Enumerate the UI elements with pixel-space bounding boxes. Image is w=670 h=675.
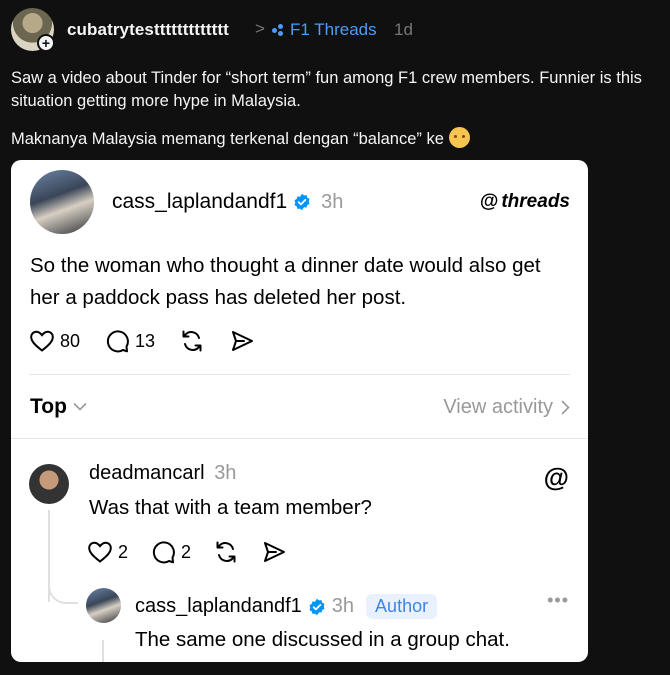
chevron-down-icon <box>73 403 87 411</box>
nested-reply-author: cass_laplandandf1 3h Author <box>135 594 438 619</box>
post-text-line-2: Maknanya Malaysia memang terkenal dengan… <box>11 127 661 151</box>
like-button[interactable]: 80 <box>29 329 80 353</box>
comment-icon <box>106 330 129 353</box>
pleading-face-icon <box>448 127 470 148</box>
post-time: 1d <box>394 20 413 39</box>
send-icon <box>232 331 254 351</box>
embedded-post-time: 3h <box>321 190 344 213</box>
divider <box>11 438 588 439</box>
reply-time: 3h <box>214 462 237 484</box>
community-name: F1 Threads <box>290 20 377 39</box>
community-link[interactable]: F1 Threads <box>272 20 377 40</box>
verified-badge-icon <box>308 598 326 616</box>
repost-button[interactable] <box>213 539 239 565</box>
reply-button[interactable]: 2 <box>150 539 191 565</box>
like-count: 80 <box>60 330 81 351</box>
more-options-icon[interactable]: ••• <box>547 590 569 611</box>
nested-reply-text: The same one discussed in a group chat. <box>135 628 510 651</box>
reply-actions: 2 2 <box>87 539 309 565</box>
like-count: 2 <box>118 541 129 562</box>
post-header: + cubatrytesttttttttttttt > F1 Threads 1… <box>0 0 670 60</box>
embedded-username[interactable]: cass_laplandandf1 <box>112 190 287 214</box>
threads-logo[interactable]: @ threads <box>480 191 570 213</box>
view-activity-label: View activity <box>443 396 553 418</box>
repost-icon <box>216 541 236 563</box>
reply-count: 13 <box>135 330 156 351</box>
sort-label: Top <box>30 395 67 418</box>
view-activity-link[interactable]: View activity <box>443 396 570 419</box>
repost-button[interactable] <box>179 328 205 354</box>
follow-plus-icon[interactable]: + <box>37 34 55 52</box>
threads-logo-icon[interactable]: @ <box>544 462 569 493</box>
thread-line <box>102 640 104 662</box>
avatar[interactable] <box>30 170 94 234</box>
post-actions: 80 13 <box>29 328 279 354</box>
reply-button[interactable]: 13 <box>104 328 155 354</box>
sort-dropdown[interactable]: Top <box>30 395 87 419</box>
post-text: Saw a video about Tinder for “short term… <box>11 69 642 110</box>
avatar[interactable] <box>86 588 121 623</box>
reply-username[interactable]: deadmancarl <box>89 462 205 484</box>
chevron-right-icon <box>561 400 570 415</box>
reply-count: 2 <box>181 541 192 562</box>
community-icon <box>272 23 286 37</box>
repost-icon <box>182 330 202 352</box>
embedded-thread-card[interactable]: cass_laplandandf1 3h @ threads So the wo… <box>11 160 588 662</box>
heart-icon <box>88 541 112 563</box>
reply-author: deadmancarl 3h <box>89 462 236 485</box>
nested-reply-username[interactable]: cass_laplandandf1 <box>135 595 302 618</box>
send-icon <box>264 542 286 562</box>
verified-badge-icon <box>293 193 311 211</box>
embedded-post-author: cass_laplandandf1 3h <box>112 190 343 214</box>
nested-reply-time: 3h <box>331 595 355 617</box>
embedded-post-text: So the woman who thought a dinner date w… <box>30 254 541 309</box>
like-button[interactable]: 2 <box>87 540 128 564</box>
chevron-right-icon: > <box>255 19 265 38</box>
heart-icon <box>30 330 54 352</box>
share-button[interactable] <box>261 539 287 565</box>
share-button[interactable] <box>229 328 255 354</box>
threads-logo-icon: @ <box>479 191 499 212</box>
post-text-2: Maknanya Malaysia memang terkenal dengan… <box>11 130 444 148</box>
post-username[interactable]: cubatrytesttttttttttttt <box>67 20 229 40</box>
thread-connector <box>48 570 78 604</box>
avatar[interactable] <box>29 464 69 504</box>
author-badge: Author <box>366 594 438 619</box>
comment-icon <box>152 541 175 564</box>
threads-wordmark: threads <box>501 191 570 212</box>
divider <box>29 374 570 375</box>
reply-text: Was that with a team member? <box>89 496 372 519</box>
